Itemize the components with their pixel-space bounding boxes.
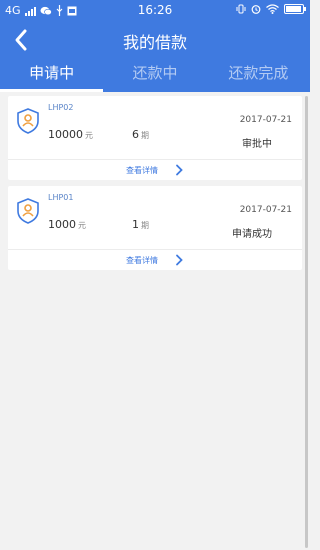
loan-card[interactable]: LHP02 10000 元 6期 2017-07-21 审批中 查看详情 <box>8 96 302 180</box>
loan-amount: 1000 元 <box>48 218 86 231</box>
tab-applying[interactable]: 申请中 <box>0 58 104 92</box>
loan-periods: 6期 <box>132 128 149 141</box>
vibrate-icon <box>236 4 246 14</box>
amount-unit: 元 <box>78 221 86 230</box>
shield-user-icon <box>17 108 39 134</box>
battery-icon <box>284 4 306 14</box>
loan-status: 申请成功 <box>232 229 272 240</box>
loan-card[interactable]: LHP01 1000 元 1期 2017-07-21 申请成功 查看详情 <box>8 186 302 270</box>
shield-user-icon <box>17 198 39 224</box>
divider <box>8 159 302 160</box>
periods-value: 1 <box>132 218 139 231</box>
view-details-link[interactable]: 查看详情 <box>8 164 302 176</box>
tab-bar: 申请中 还款中 还款完成 <box>0 58 310 92</box>
nav-bar: 我的借款 <box>0 22 310 58</box>
loan-status: 审批中 <box>242 139 272 150</box>
periods-unit: 期 <box>141 221 149 230</box>
periods-unit: 期 <box>141 131 149 140</box>
amount-value: 10000 <box>48 128 83 141</box>
loan-code: LHP01 <box>48 193 74 202</box>
loan-date: 2017-07-21 <box>239 115 292 125</box>
page-title: 我的借款 <box>122 33 187 52</box>
loan-list: LHP02 10000 元 6期 2017-07-21 审批中 查看详情 LHP0… <box>8 96 302 276</box>
scrollbar[interactable] <box>305 96 308 548</box>
status-bar: 4G 16:26 <box>0 0 310 22</box>
view-details-label: 查看详情 <box>126 255 158 265</box>
chevron-right-icon <box>176 164 183 176</box>
periods-value: 6 <box>132 128 139 141</box>
wifi-icon <box>266 4 279 14</box>
loan-amount: 10000 元 <box>48 128 93 141</box>
divider <box>8 249 302 250</box>
amount-unit: 元 <box>85 131 93 140</box>
tab-completed[interactable]: 还款完成 <box>207 58 310 92</box>
amount-value: 1000 <box>48 218 76 231</box>
chevron-right-icon <box>176 254 183 266</box>
status-right <box>236 4 306 14</box>
tab-repaying[interactable]: 还款中 <box>103 58 206 92</box>
loan-date: 2017-07-21 <box>239 205 292 215</box>
loan-code: LHP02 <box>48 103 74 112</box>
loan-periods: 1期 <box>132 218 149 231</box>
view-details-label: 查看详情 <box>126 165 158 175</box>
alarm-icon <box>251 5 261 14</box>
view-details-link[interactable]: 查看详情 <box>8 254 302 266</box>
